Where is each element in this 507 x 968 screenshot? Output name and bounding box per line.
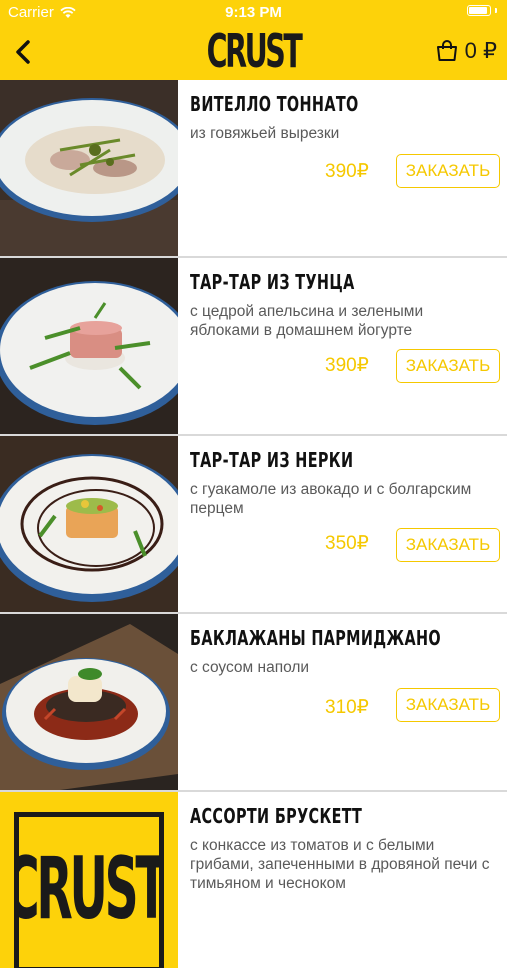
menu-item[interactable]: ТАР-ТАР ИЗ НЕРКИ с гуакамоле из авокадо …	[0, 436, 507, 614]
nav-bar: CRUST 0 ₽	[0, 24, 507, 80]
dish-photo	[0, 614, 178, 790]
status-bar: Carrier 9:13 PM	[0, 0, 507, 24]
menu-item[interactable]: БАКЛАЖАНЫ ПАРМИДЖАНО с соусом наполи 310…	[0, 614, 507, 792]
dish-name: БАКЛАЖАНЫ ПАРМИДЖАНО	[190, 626, 441, 650]
item-info: ВИТЕЛЛО ТОННАТО из говяжьей вырезки 390₽…	[190, 80, 507, 256]
cart-button[interactable]: 0 ₽	[435, 38, 497, 64]
back-button[interactable]	[8, 36, 38, 68]
order-button[interactable]: ЗАКАЗАТЬ	[396, 528, 500, 562]
menu-item[interactable]: ВИТЕЛЛО ТОННАТО из говяжьей вырезки 390₽…	[0, 80, 507, 258]
dish-photo	[0, 436, 178, 612]
item-info: ТАР-ТАР ИЗ НЕРКИ с гуакамоле из авокадо …	[190, 436, 507, 612]
menu-item[interactable]: ТАР-ТАР ИЗ ТУНЦА с цедрой апельсина и зе…	[0, 258, 507, 436]
dish-photo	[0, 258, 178, 434]
brand-logo: CRUST	[206, 24, 303, 78]
dish-name: ВИТЕЛЛО ТОННАТО	[190, 92, 359, 116]
battery-icon	[467, 5, 497, 16]
shopping-bag-icon	[436, 40, 457, 61]
chevron-left-icon	[16, 40, 30, 64]
item-info: ТАР-ТАР ИЗ ТУНЦА с цедрой апельсина и зе…	[190, 258, 507, 434]
status-time: 9:13 PM	[225, 4, 282, 21]
menu-list: ВИТЕЛЛО ТОННАТО из говяжьей вырезки 390₽…	[0, 80, 507, 968]
dish-name: ТАР-ТАР ИЗ ТУНЦА	[190, 270, 355, 294]
dish-price: 310₽	[325, 697, 369, 718]
dish-name: АССОРТИ БРУСКЕТТ	[190, 804, 363, 828]
dish-description: с гуакамоле из авокадо и с болгарским пе…	[190, 481, 472, 517]
placeholder-logo: CRUST	[14, 812, 164, 968]
dish-price: 390₽	[325, 355, 369, 376]
dish-photo	[0, 80, 178, 256]
dish-price: 350₽	[325, 533, 369, 554]
cart-total: 0 ₽	[464, 38, 497, 63]
order-button[interactable]: ЗАКАЗАТЬ	[396, 154, 500, 188]
dish-price: 390₽	[325, 161, 369, 182]
order-button[interactable]: ЗАКАЗАТЬ	[396, 349, 500, 383]
dish-description: с цедрой апельсина и зелеными яблоками в…	[190, 303, 424, 339]
order-button[interactable]: ЗАКАЗАТЬ	[396, 688, 500, 722]
dish-description: с соусом наполи	[190, 659, 310, 676]
dish-description: из говяжьей вырезки	[190, 125, 340, 142]
item-info: АССОРТИ БРУСКЕТТ с конкассе из томатов и…	[190, 792, 507, 968]
item-info: БАКЛАЖАНЫ ПАРМИДЖАНО с соусом наполи 310…	[190, 614, 507, 790]
dish-name: ТАР-ТАР ИЗ НЕРКИ	[190, 448, 354, 472]
placeholder-logo-text: CRUST	[14, 839, 164, 939]
dish-photo-placeholder: CRUST	[0, 792, 178, 968]
menu-item[interactable]: CRUST АССОРТИ БРУСКЕТТ с конкассе из том…	[0, 792, 507, 968]
dish-description: с конкассе из томатов и с белыми грибами…	[190, 837, 490, 892]
